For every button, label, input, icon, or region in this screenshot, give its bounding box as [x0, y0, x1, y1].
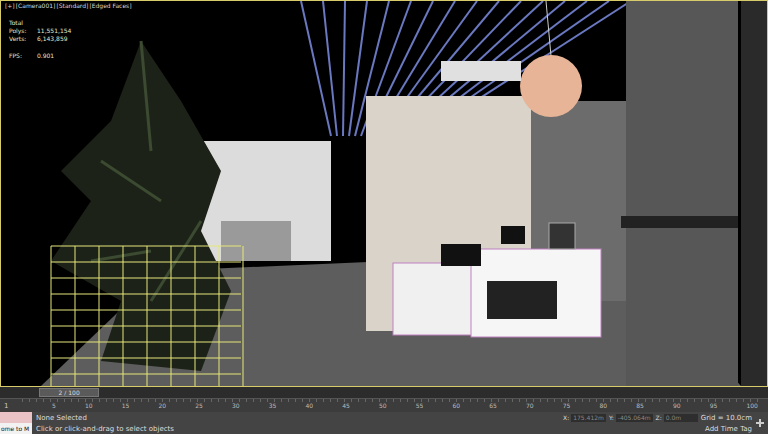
ruler-tick: 5: [52, 402, 56, 412]
ruler-tick: 45: [342, 402, 350, 412]
ruler-tick: 90: [673, 402, 681, 412]
viewport-menu[interactable]: [Edged Faces]: [89, 3, 131, 9]
ruler-tick: 85: [636, 402, 644, 412]
ruler-tick: 100: [746, 402, 757, 412]
coord-field[interactable]: Z:0.0m: [656, 414, 698, 422]
ruler-tick: 30: [232, 402, 240, 412]
ruler-tick: 75: [563, 402, 571, 412]
camera-viewport[interactable]: [+][Camera001][Standard][Edged Faces] Tot…: [0, 0, 768, 387]
ruler-tick: 25: [195, 402, 203, 412]
ruler-tick: 15: [122, 402, 130, 412]
time-slider[interactable]: 2 / 100: [0, 387, 768, 399]
prompt-hint: Click or click-and-drag to select object…: [36, 425, 563, 433]
coord-field[interactable]: X:175.412m: [563, 414, 606, 422]
viewport-label[interactable]: [+][Camera001][Standard][Edged Faces]: [5, 3, 132, 9]
ruler-tick: 40: [305, 402, 313, 412]
stats-row: Polys:11,551,154: [9, 27, 71, 34]
prompt-line: None Selected Click or click-and-drag to …: [32, 412, 563, 434]
ruler-ticks: 5 10 15 20 25 30 35 40 45 50 55 60 65 70 75 80 85 90 95 100: [22, 399, 764, 412]
maxscript-listener[interactable]: ome to M: [0, 412, 32, 434]
grid-size: Grid = 10.0cm: [701, 414, 752, 422]
plus-icon[interactable]: [756, 419, 764, 427]
ruler-tick: 80: [599, 402, 607, 412]
stats-title: Total: [9, 19, 71, 26]
ruler-tick: 65: [489, 402, 497, 412]
fps-row: FPS:0.901: [9, 52, 71, 59]
time-slider-thumb[interactable]: 2 / 100: [39, 388, 99, 397]
coord-field[interactable]: Y:-405.064m: [609, 414, 653, 422]
selection-status: None Selected: [36, 414, 563, 422]
coordinate-display: X:175.412mY:-405.064mZ:0.0mGrid = 10.0cm…: [563, 412, 756, 434]
ruler-tick: 55: [416, 402, 424, 412]
ruler-tick: 60: [452, 402, 460, 412]
viewport-menu[interactable]: [Camera001]: [16, 3, 56, 9]
add-time-tag[interactable]: Add Time Tag: [705, 425, 752, 433]
ruler-tick: 95: [710, 402, 718, 412]
ruler-tick: 10: [85, 402, 93, 412]
viewport-stats: TotalPolys:11,551,154Verts:6,143,859 FPS:…: [9, 19, 71, 59]
ruler-tick: 70: [526, 402, 534, 412]
status-bar: ome to M None Selected Click or click-and-…: [0, 412, 768, 434]
ruler-tick: 35: [269, 402, 277, 412]
ruler-marker: 1: [4, 402, 22, 410]
viewport-menu[interactable]: [Standard]: [56, 3, 88, 9]
app-window: [+][Camera001][Standard][Edged Faces] Tot…: [0, 0, 768, 434]
viewport-menu[interactable]: [+]: [5, 3, 15, 9]
ruler-tick: 50: [379, 402, 387, 412]
stats-row: Verts:6,143,859: [9, 35, 71, 42]
scene-render: [1, 1, 767, 386]
track-bar[interactable]: 1510152025303540455055606570758085909510…: [0, 399, 768, 412]
ruler-tick: 20: [158, 402, 166, 412]
